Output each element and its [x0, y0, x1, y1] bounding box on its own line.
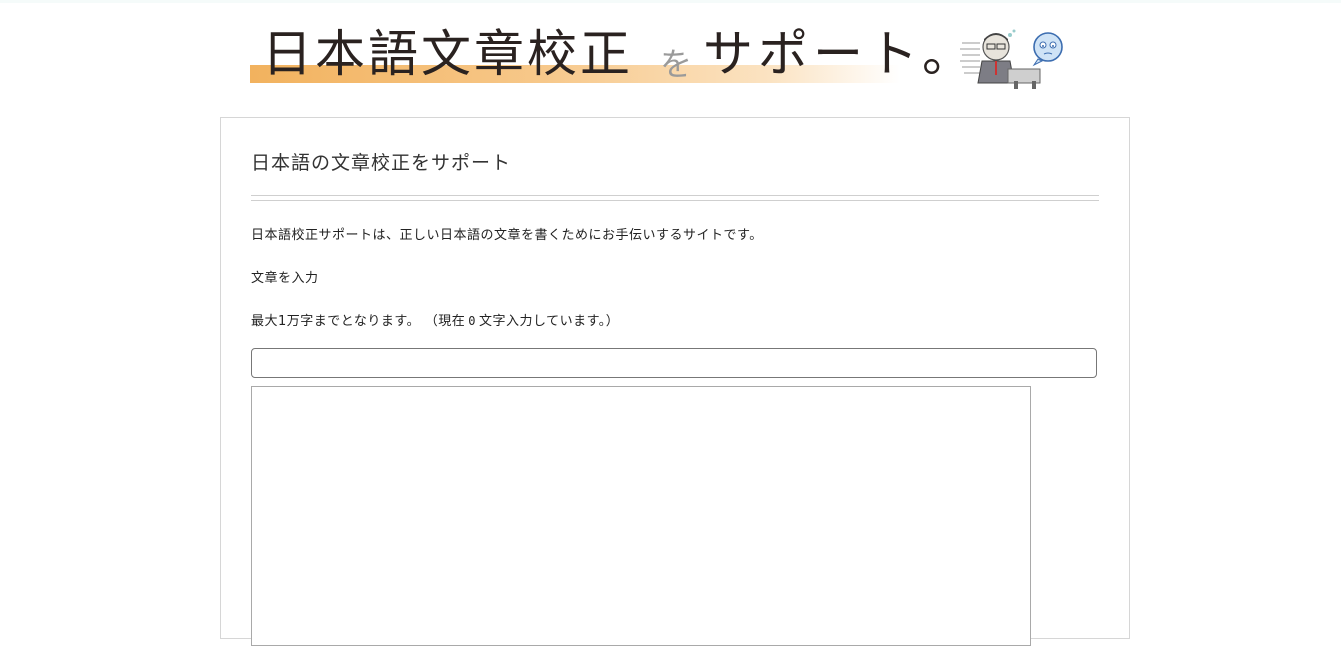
limit-prefix: 最大1万字までとなります。 （現在 — [251, 314, 466, 329]
text-input-area[interactable] — [251, 386, 1031, 646]
character-limit-text: 最大1万字までとなります。 （現在 0 文字入力しています。） — [251, 310, 619, 329]
title-input[interactable] — [251, 348, 1097, 378]
input-label: 文章を入力 — [251, 271, 319, 286]
banner-title-rest: サポート。 — [703, 25, 977, 83]
limit-suffix: 文字入力しています。） — [478, 314, 620, 329]
worried-writer-illustration — [960, 29, 1063, 89]
main-content-card: 日本語の文章校正をサポート 日本語校正サポートは、正しい日本語の文章を書くために… — [220, 117, 1130, 646]
banner-title-particle: を — [660, 45, 693, 83]
character-count: 0 — [468, 314, 476, 328]
intro-text: 日本語校正サポートは、正しい日本語の文章を書くためにお手伝いするサイトです。 — [251, 228, 763, 243]
banner-title-main: 日本語文章校正 — [262, 25, 633, 83]
page-title: 日本語の文章校正をサポート — [251, 152, 512, 174]
top-accent-line — [0, 0, 1341, 3]
title-divider — [251, 195, 1099, 201]
site-banner[interactable]: 日本語文章校正 を サポート。 — [248, 20, 1068, 90]
